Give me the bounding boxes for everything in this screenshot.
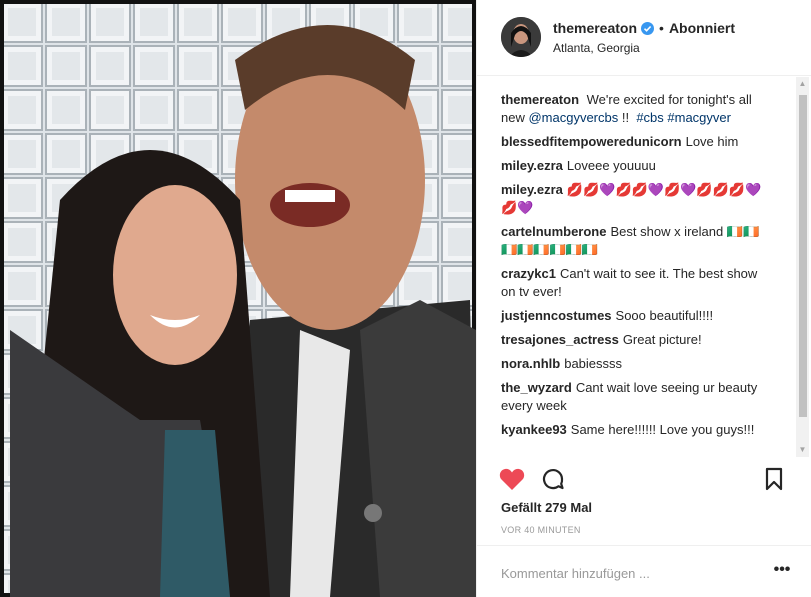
post-timestamp[interactable]: VOR 40 MINUTEN (501, 525, 581, 535)
comment-item: the_wyzard Cant wait love seeing ur beaut… (501, 379, 779, 415)
comment-item: nora.nhlb babiessss (501, 355, 779, 373)
comment-text: Sooo beautiful!!!! (615, 308, 714, 323)
comment-username[interactable]: kyankee93 (501, 422, 567, 437)
comment-text: Loveee youuuu (566, 158, 656, 173)
comment-icon[interactable] (541, 467, 565, 491)
post-details-panel: themereaton • Abonniert Atlanta, Georgia… (476, 0, 811, 597)
scrollbar-thumb[interactable] (799, 95, 807, 417)
heart-icon[interactable] (499, 467, 525, 491)
instagram-post-modal: themereaton • Abonniert Atlanta, Georgia… (0, 0, 811, 597)
comment-username[interactable]: miley.ezra (501, 182, 563, 197)
verified-badge-icon (641, 21, 655, 35)
comment-list: themereaton ⁣⁣ We're excited for tonight'… (477, 77, 797, 457)
comment-username[interactable]: crazykc1 (501, 266, 556, 281)
scroll-up-arrow-icon[interactable]: ▲ (796, 77, 809, 91)
comment-username[interactable]: nora.nhlb (501, 356, 560, 371)
scroll-down-arrow-icon[interactable]: ▼ (796, 443, 809, 457)
comment-username[interactable]: miley.ezra (501, 158, 563, 173)
comment-item: blessedfitempoweredunicorn Love him (501, 133, 779, 151)
mention-link[interactable]: @macgyvercbs (528, 110, 618, 125)
comment-item: miley.ezra Loveee youuuu (501, 157, 779, 175)
profile-avatar[interactable] (501, 17, 541, 57)
comment-text: babiessss (564, 356, 623, 371)
action-bar (477, 460, 811, 500)
comment-item: tresajones_actress Great picture! (501, 331, 779, 349)
profile-photo (501, 17, 541, 57)
comment-username[interactable]: justjenncostumes (501, 308, 612, 323)
post-photo-image (0, 0, 476, 597)
follow-button[interactable]: Abonniert (669, 20, 735, 36)
post-photo[interactable] (0, 0, 476, 597)
hashtag-link[interactable]: #cbs #macgyver (636, 110, 731, 125)
comment-input[interactable] (501, 562, 741, 584)
comment-text: Same here!!!!!! Love you guys!!! (570, 422, 755, 437)
comment-item: crazykc1 Can't wait to see it. The best s… (501, 265, 779, 301)
caption-text: !! ⁣⁣ (618, 110, 637, 125)
comment-text: Love him (685, 134, 739, 149)
comment-username[interactable]: tresajones_actress (501, 332, 619, 347)
comment-username[interactable]: blessedfitempoweredunicorn (501, 134, 682, 149)
comment-text: Great picture! (622, 332, 702, 347)
comments-scrollbar[interactable]: ▲ ▼ (796, 77, 809, 457)
post-header: themereaton • Abonniert Atlanta, Georgia (477, 0, 811, 76)
comment-item: miley.ezra 💋💋💜💋💋💜💋💜💋💋💋💜💋💜 (501, 181, 779, 217)
caption-item: themereaton ⁣⁣ We're excited for tonight'… (501, 91, 779, 127)
add-comment-section: ••• (477, 545, 811, 597)
comment-username[interactable]: the_wyzard (501, 380, 572, 395)
more-options-icon[interactable]: ••• (772, 562, 792, 582)
bookmark-icon[interactable] (764, 467, 788, 491)
likes-count[interactable]: Gefällt 279 Mal (501, 500, 592, 515)
comment-username[interactable]: cartelnumberone (501, 224, 606, 239)
header-username-link[interactable]: themereaton (553, 20, 637, 36)
header-separator: • (659, 20, 664, 36)
comment-username[interactable]: themereaton (501, 92, 579, 107)
comment-item: cartelnumberone Best show x ireland 🇮🇪🇮🇪🇮… (501, 223, 779, 259)
comment-item: kyankee93 Same here!!!!!! Love you guys!!… (501, 421, 779, 439)
post-location-link[interactable]: Atlanta, Georgia (553, 41, 640, 55)
comment-item: justjenncostumes Sooo beautiful!!!! (501, 307, 779, 325)
